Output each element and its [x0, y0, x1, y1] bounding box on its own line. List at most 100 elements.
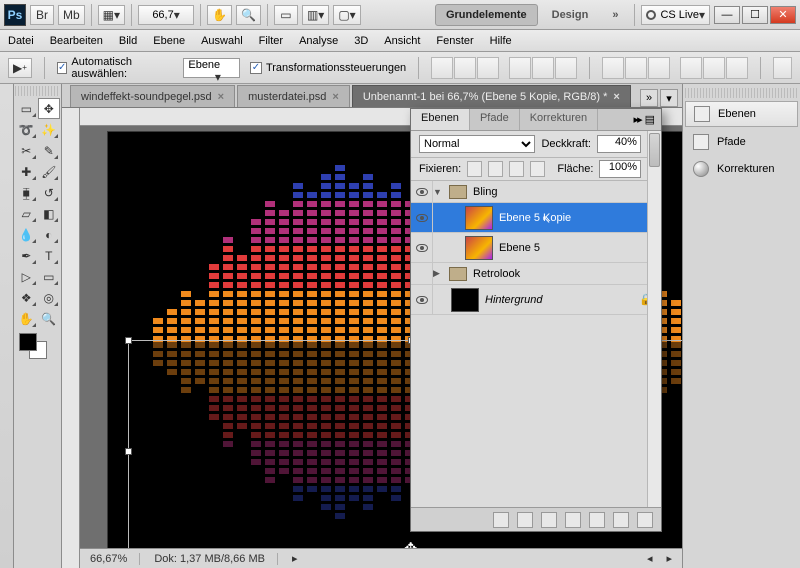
status-zoom[interactable]: 66,67% [90, 553, 140, 565]
blur-tool[interactable]: 💧 [15, 224, 38, 245]
visibility-toggle[interactable] [411, 285, 433, 314]
right-dock-item-pfade[interactable]: Pfade [685, 130, 798, 154]
menu-fenster[interactable]: Fenster [436, 35, 473, 47]
rotate-view-shortcut[interactable]: ▭ [274, 5, 298, 25]
brush-tool[interactable]: 🖌 [38, 161, 61, 182]
collapse-panel-button[interactable]: ▸▸ [634, 113, 641, 126]
bridge-button[interactable]: Br [30, 5, 54, 25]
marquee-tool[interactable]: ▭ [15, 98, 38, 119]
opacity-field[interactable]: 40% [597, 135, 641, 153]
dist-hcenter-icon[interactable] [703, 57, 725, 79]
collapsed-left-dock[interactable] [0, 84, 14, 568]
panel-tab-pfade[interactable]: Pfade [470, 109, 520, 130]
menu-filter[interactable]: Filter [259, 35, 283, 47]
status-doc-size[interactable]: Dok: 1,37 MB/8,66 MB [154, 553, 278, 565]
dist-right-icon[interactable] [726, 57, 748, 79]
zoom-level-field[interactable]: 66,7 ▾ [138, 5, 194, 25]
new-layer-icon[interactable] [613, 512, 629, 528]
layer-hintergrund[interactable]: Hintergrund 🔒 [411, 285, 661, 315]
tab-scroll-right-button[interactable]: » [640, 89, 658, 107]
blend-mode-select[interactable]: Normal [419, 135, 535, 153]
3d-camera-tool[interactable]: ◎ [38, 287, 61, 308]
menu-bearbeiten[interactable]: Bearbeiten [50, 35, 103, 47]
stamp-tool[interactable]: ⧯ [15, 182, 38, 203]
right-dock-item-korrekturen[interactable]: Korrekturen [685, 157, 798, 181]
zoom-tool[interactable]: 🔍 [38, 308, 61, 329]
delete-layer-icon[interactable] [637, 512, 653, 528]
transform-controls-checkbox[interactable]: ✓ Transformationssteuerungen [250, 62, 406, 74]
eraser-tool[interactable]: ▱ [15, 203, 38, 224]
pen-tool[interactable]: ✒ [15, 245, 38, 266]
workspace-tab-grundelemente[interactable]: Grundelemente [435, 4, 538, 26]
align-vcenter-icon[interactable] [454, 57, 476, 79]
status-menu-button[interactable]: ▸ [292, 552, 298, 565]
menu-ebene[interactable]: Ebene [153, 35, 185, 47]
document-tab-1[interactable]: musterdatei.psd× [237, 85, 350, 107]
view-extras-button[interactable]: ▦▾ [98, 5, 125, 25]
lasso-tool[interactable]: ➰ [15, 119, 38, 140]
menu-auswahl[interactable]: Auswahl [201, 35, 243, 47]
screen-mode-button[interactable]: ▢▾ [333, 5, 360, 25]
document-tab-2[interactable]: Unbenannt-1 bei 66,7% (Ebene 5 Kopie, RG… [352, 85, 631, 107]
tool-preset-picker[interactable]: ▶+ [8, 58, 32, 78]
move-tool[interactable]: ✥ [38, 98, 61, 119]
zoom-tool-shortcut[interactable]: 🔍 [236, 5, 261, 25]
layer-ebene5[interactable]: Ebene 5 [411, 233, 661, 263]
close-icon[interactable]: × [613, 91, 619, 103]
layer-thumbnail[interactable] [451, 288, 479, 312]
close-icon[interactable]: × [332, 91, 338, 103]
wand-tool[interactable]: ✨ [38, 119, 61, 140]
hand-tool-shortcut[interactable]: ✋ [207, 5, 232, 25]
lock-all-icon[interactable] [530, 161, 545, 177]
visibility-toggle[interactable] [411, 263, 433, 284]
align-hcenter-icon[interactable] [532, 57, 554, 79]
history-brush-tool[interactable]: ↺ [38, 182, 61, 203]
autoselect-target-select[interactable]: Ebene ▾ [183, 58, 240, 78]
foreground-swatch[interactable] [19, 333, 37, 351]
lock-transparency-icon[interactable] [467, 161, 482, 177]
panel-scrollbar[interactable] [647, 131, 661, 507]
menu-datei[interactable]: Datei [8, 35, 34, 47]
visibility-toggle[interactable] [411, 203, 433, 232]
fill-field[interactable]: 100% [599, 160, 641, 178]
menu-3d[interactable]: 3D [354, 35, 368, 47]
link-layers-icon[interactable] [493, 512, 509, 528]
gradient-tool[interactable]: ◧ [38, 203, 61, 224]
hscroll-left-button[interactable]: ◂ [647, 552, 653, 565]
disclosure-open-icon[interactable]: ▼ [433, 187, 445, 197]
visibility-toggle[interactable] [411, 233, 433, 262]
vertical-ruler[interactable] [62, 108, 80, 568]
heal-tool[interactable]: ✚ [15, 161, 38, 182]
auto-align-icon[interactable] [773, 57, 792, 79]
align-right-icon[interactable] [555, 57, 577, 79]
dist-bottom-icon[interactable] [648, 57, 670, 79]
toolbox-gripper[interactable] [15, 86, 60, 96]
align-top-icon[interactable] [431, 57, 453, 79]
3d-tool[interactable]: ❖ [15, 287, 38, 308]
minibridge-button[interactable]: Mb [58, 5, 85, 25]
window-minimize-button[interactable]: — [714, 6, 740, 24]
right-dock-gripper[interactable] [685, 88, 798, 98]
menu-analyse[interactable]: Analyse [299, 35, 338, 47]
cslive-button[interactable]: CS Live ▾ [641, 5, 710, 25]
dist-top-icon[interactable] [602, 57, 624, 79]
color-swatches[interactable] [15, 329, 60, 363]
autoselect-checkbox[interactable]: ✓ Automatisch auswählen: [57, 56, 174, 80]
close-icon[interactable]: × [218, 91, 224, 103]
layer-thumbnail[interactable] [465, 206, 493, 230]
dist-left-icon[interactable] [680, 57, 702, 79]
layer-ebene5kopie[interactable]: Ebene 5 Kopie ↖ [411, 203, 661, 233]
window-close-button[interactable]: ✕ [770, 6, 796, 24]
layer-thumbnail[interactable] [465, 236, 493, 260]
layer-group-bling[interactable]: ▼ Bling [411, 181, 661, 203]
panel-tab-korrekturen[interactable]: Korrekturen [520, 109, 598, 130]
document-tab-0[interactable]: windeffekt-soundpegel.psd× [70, 85, 235, 107]
dodge-tool[interactable]: ◐ [38, 224, 61, 245]
adjustment-layer-icon[interactable] [565, 512, 581, 528]
lock-pixels-icon[interactable] [488, 161, 503, 177]
crop-tool[interactable]: ✂ [15, 140, 38, 161]
workspace-more-button[interactable]: » [602, 5, 628, 25]
menu-hilfe[interactable]: Hilfe [490, 35, 512, 47]
hand-tool[interactable]: ✋ [15, 308, 38, 329]
window-maximize-button[interactable]: ☐ [742, 6, 768, 24]
